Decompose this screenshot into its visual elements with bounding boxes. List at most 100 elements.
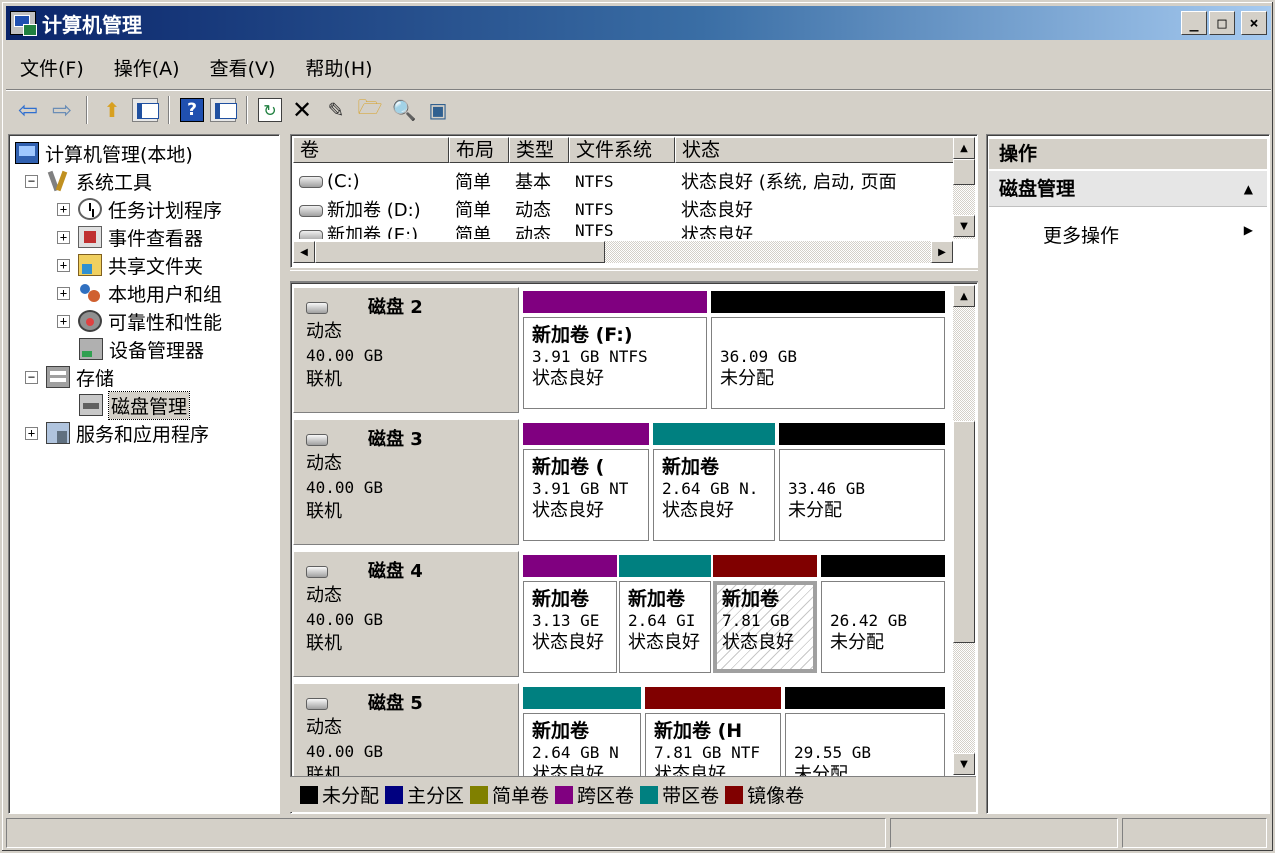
volume-status: 状态良好 xyxy=(681,200,753,221)
tree-item-shared-folders[interactable]: + 共享文件夹 xyxy=(57,251,203,279)
forward-icon[interactable]: ⇨ xyxy=(48,96,76,124)
expand-icon[interactable]: + xyxy=(57,258,70,272)
scroll-thumb[interactable] xyxy=(315,241,605,263)
volume-list-hscrollbar[interactable]: ◀ ▶ xyxy=(293,241,953,263)
volume-type: 基本 xyxy=(515,172,551,193)
disk-title: 磁盘 4 xyxy=(368,561,423,582)
disk-info[interactable]: 磁盘 4 动态 40.00 GB 联机 xyxy=(293,551,519,677)
partition-unallocated[interactable]: 33.46 GB 未分配 xyxy=(779,423,945,541)
scroll-thumb[interactable] xyxy=(953,159,975,185)
scroll-down-button[interactable]: ▼ xyxy=(953,215,975,237)
partition-size: 7.81 GB NTF xyxy=(654,743,760,762)
tree-item-task-scheduler[interactable]: + 任务计划程序 xyxy=(57,195,222,223)
partition-unallocated[interactable]: 26.42 GB 未分配 xyxy=(821,555,945,673)
tree-item-storage[interactable]: − 存储 xyxy=(25,363,114,391)
tree-item-label: 计算机管理(本地) xyxy=(45,143,193,166)
back-icon[interactable]: ⇦ xyxy=(14,96,42,124)
disk-size: 40.00 GB xyxy=(306,478,384,497)
up-folder-icon[interactable]: ⬆ xyxy=(98,96,126,124)
tree-item-local-users[interactable]: + 本地用户和组 xyxy=(57,279,222,307)
tree-item-disk-management[interactable]: 磁盘管理 xyxy=(79,390,191,420)
close-button[interactable]: × xyxy=(1241,11,1267,35)
title-bar[interactable]: 计算机管理 _ □ × xyxy=(6,6,1271,40)
partition[interactable]: 新加卷 2.64 GI 状态良好 xyxy=(619,555,711,673)
show-hide-action-icon[interactable] xyxy=(210,98,237,122)
partition-size: 33.46 GB xyxy=(788,479,866,498)
actions-section-disk-management[interactable]: 磁盘管理 ▲ xyxy=(989,171,1267,207)
minimize-button[interactable]: _ xyxy=(1181,11,1207,35)
tree-item-root[interactable]: 计算机管理(本地) xyxy=(15,139,193,167)
partition[interactable]: 新加卷 (F:) 3.91 GB NTFS 状态良好 xyxy=(523,291,707,409)
refresh-icon[interactable]: ↻ xyxy=(258,98,282,122)
table-row[interactable]: 新加卷 (D:) 简单 动态 NTFS 状态良好 xyxy=(293,195,955,223)
tree-item-device-manager[interactable]: 设备管理器 xyxy=(79,335,204,363)
expand-icon[interactable]: + xyxy=(57,202,70,216)
tree-item-system-tools[interactable]: − 系统工具 xyxy=(25,167,152,195)
collapse-caret-icon[interactable]: ▲ xyxy=(1244,171,1253,207)
partition-status: 状态良好 xyxy=(628,632,700,653)
tree-item-event-viewer[interactable]: + 事件查看器 xyxy=(57,223,203,251)
disk-legend: 未分配 主分区 简单卷 跨区卷 带区卷 镜像卷 xyxy=(290,776,976,812)
search-icon[interactable]: 🔍 xyxy=(390,96,418,124)
expand-icon[interactable]: + xyxy=(57,314,70,328)
more-actions-item[interactable]: 更多操作 xyxy=(1043,221,1119,248)
partition[interactable]: 新加卷 ( 3.91 GB NT 状态良好 xyxy=(523,423,649,541)
status-bar-cell xyxy=(6,818,886,848)
partition-selected[interactable]: 新加卷 7.81 GB 状态良好 xyxy=(713,555,817,673)
menu-view[interactable]: 查看(V) xyxy=(210,54,276,81)
tree-item-services-apps[interactable]: + 服务和应用程序 xyxy=(25,419,209,447)
menu-file[interactable]: 文件(F) xyxy=(20,54,84,81)
disk-title: 磁盘 3 xyxy=(368,429,423,450)
partition[interactable]: 新加卷 3.13 GE 状态良好 xyxy=(523,555,617,673)
disk-info[interactable]: 磁盘 2 动态 40.00 GB 联机 xyxy=(293,287,519,413)
scroll-left-button[interactable]: ◀ xyxy=(293,241,315,263)
disk-icon[interactable]: ▣ xyxy=(424,96,452,124)
partition-color-bar xyxy=(653,423,775,445)
expand-icon[interactable]: + xyxy=(25,426,38,440)
partition[interactable]: 新加卷 2.64 GB N. 状态良好 xyxy=(653,423,775,541)
tree-item-label: 本地用户和组 xyxy=(108,283,223,306)
partition-unallocated[interactable]: 36.09 GB 未分配 xyxy=(711,291,945,409)
scroll-thumb[interactable] xyxy=(953,421,975,643)
legend-swatch xyxy=(470,785,489,804)
disk-map-vscrollbar[interactable]: ▲ ▼ xyxy=(953,285,975,775)
open-icon[interactable]: 🗁 xyxy=(356,95,384,124)
partition-name: 新加卷 xyxy=(532,588,590,610)
table-row[interactable]: (C:) 简单 基本 NTFS 状态良好 (系统, 启动, 页面 xyxy=(293,167,955,195)
scroll-up-button[interactable]: ▲ xyxy=(953,137,975,159)
partition-color-bar xyxy=(779,423,945,445)
volume-layout: 简单 xyxy=(455,200,491,221)
console-tree: 计算机管理(本地) − 系统工具 + 任务计划程序 + 事件查看器 + 共享文件… xyxy=(8,134,280,814)
volume-list-vscrollbar[interactable]: ▲ ▼ xyxy=(953,137,975,239)
help-icon[interactable]: ? xyxy=(180,98,204,122)
disk-info[interactable]: 磁盘 3 动态 40.00 GB 联机 xyxy=(293,419,519,545)
show-hide-tree-icon[interactable] xyxy=(132,98,159,122)
properties-icon[interactable]: ✎ xyxy=(322,96,350,124)
tree-item-reliability[interactable]: + 可靠性和性能 xyxy=(57,307,222,335)
volume-list-header: 卷 布局 类型 文件系统 状态 xyxy=(293,137,955,163)
legend-label: 未分配 xyxy=(322,785,380,807)
disk-drive-icon xyxy=(306,302,328,314)
column-filesystem[interactable]: 文件系统 xyxy=(569,137,675,163)
scroll-right-button[interactable]: ▶ xyxy=(931,241,953,263)
partition-color-bar xyxy=(523,423,649,445)
menu-action[interactable]: 操作(A) xyxy=(114,54,180,81)
table-row[interactable]: 新加卷 (E:) 简单 动态 NTFS 状态良好 xyxy=(293,221,955,239)
collapse-icon[interactable]: − xyxy=(25,174,38,188)
pane-splitter[interactable] xyxy=(290,270,978,282)
actions-section-label: 磁盘管理 xyxy=(999,178,1076,200)
column-layout[interactable]: 布局 xyxy=(449,137,509,163)
menu-help[interactable]: 帮助(H) xyxy=(305,54,372,81)
scroll-down-button[interactable]: ▼ xyxy=(953,753,975,775)
expand-icon[interactable]: + xyxy=(57,230,70,244)
collapse-icon[interactable]: − xyxy=(25,370,38,384)
column-type[interactable]: 类型 xyxy=(509,137,569,163)
maximize-button[interactable]: □ xyxy=(1209,11,1235,35)
column-volume[interactable]: 卷 xyxy=(293,137,449,163)
scroll-up-button[interactable]: ▲ xyxy=(953,285,975,307)
delete-icon[interactable]: ✕ xyxy=(288,96,316,124)
expand-icon[interactable]: + xyxy=(57,286,70,300)
column-status[interactable]: 状态 xyxy=(675,137,955,163)
submenu-arrow-icon[interactable]: ▶ xyxy=(1244,223,1253,237)
partition-color-bar xyxy=(711,291,945,313)
